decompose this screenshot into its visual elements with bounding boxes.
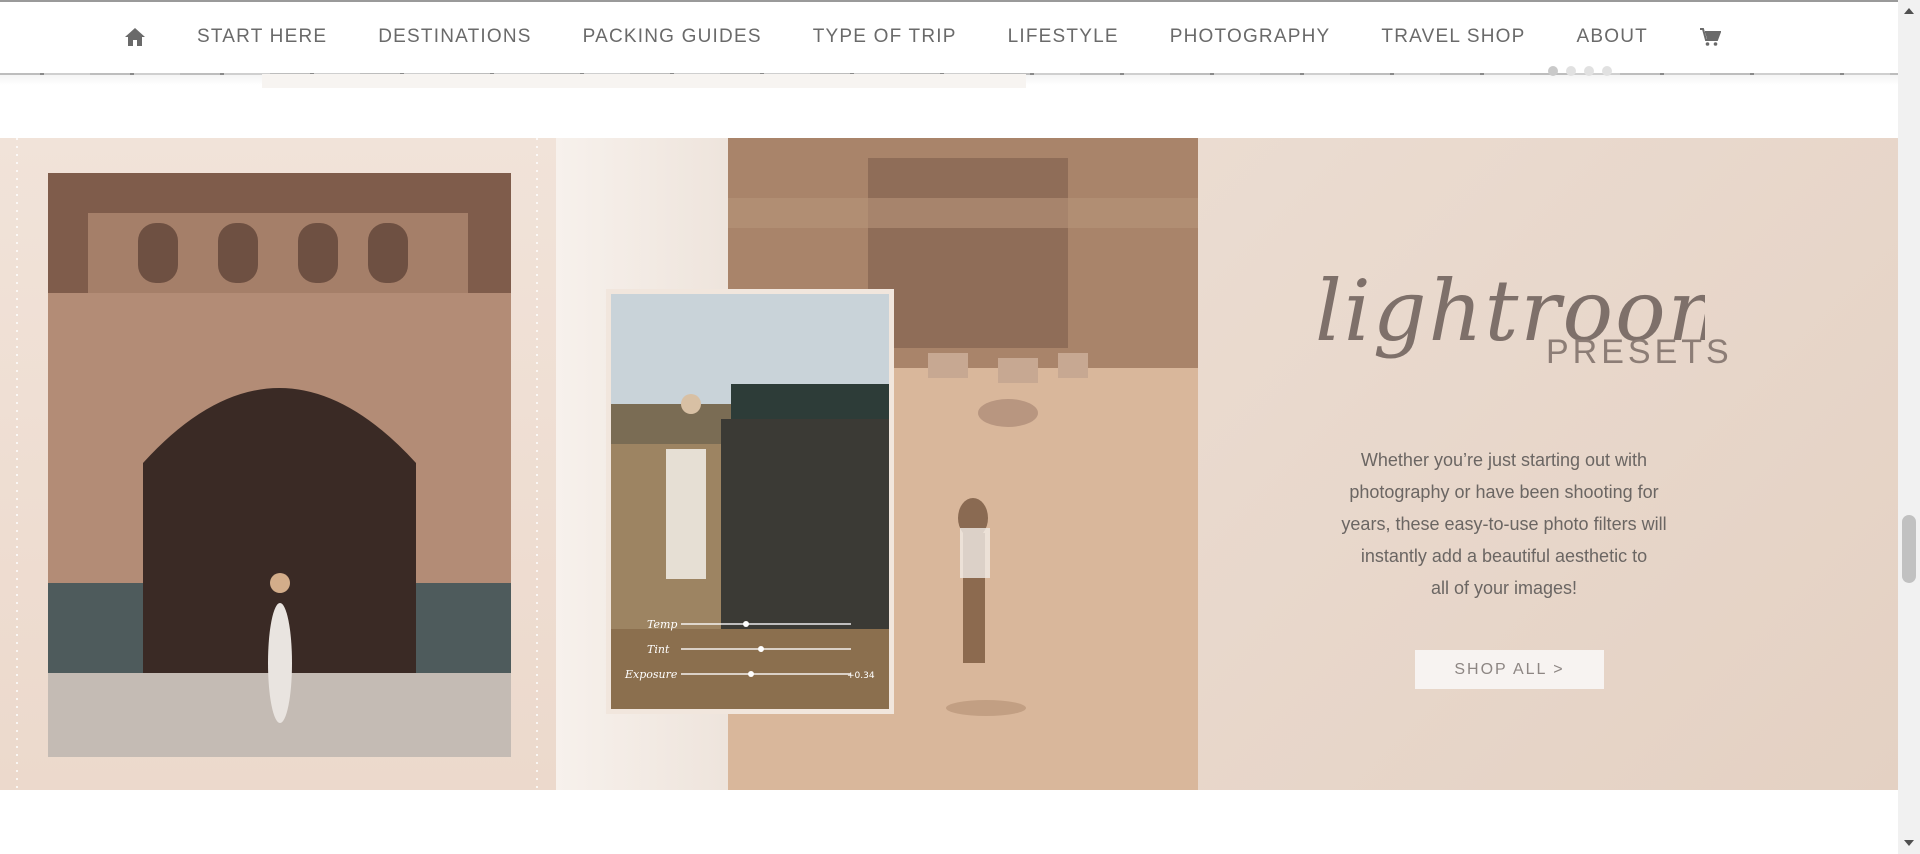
lightroom-script-title: lightroom (1315, 262, 1705, 360)
alhambra-photo (48, 173, 511, 757)
slider-label-exposure: Exposure (624, 668, 678, 681)
carousel-dot[interactable] (1566, 66, 1576, 76)
description-line: years, these easy-to-use photo filters w… (1341, 514, 1667, 534)
cart-icon[interactable] (1699, 27, 1722, 47)
page-scrollbar[interactable] (1898, 0, 1920, 854)
description-line: Whether you’re just starting out with (1360, 450, 1648, 470)
carousel-dots (1548, 66, 1612, 76)
carousel-dot[interactable] (1584, 66, 1594, 76)
slider-label-temp: Temp (647, 618, 677, 631)
scroll-up-arrow-icon[interactable] (1904, 8, 1914, 14)
description-line: instantly add a beautiful aesthetic to (1360, 546, 1648, 566)
nav-item-packing-guides[interactable]: PACKING GUIDES (583, 26, 762, 48)
slider-preview (262, 74, 1026, 88)
nav-menu: START HERE DESTINATIONS PACKING GUIDES T… (124, 26, 1722, 48)
ornament-border-right (536, 138, 538, 790)
home-icon[interactable] (124, 27, 146, 47)
nav-item-destinations[interactable]: DESTINATIONS (378, 26, 531, 48)
scroll-down-arrow-icon[interactable] (1904, 840, 1914, 846)
top-navigation: START HERE DESTINATIONS PACKING GUIDES T… (0, 0, 1898, 75)
slider-value: +0.34 (847, 671, 875, 681)
description-line: all of your images! (1430, 578, 1578, 598)
ornament-border-left (16, 138, 18, 790)
carousel-dot[interactable] (1548, 66, 1558, 76)
slider-label-tint: Tint (647, 643, 670, 656)
nav-item-about[interactable]: ABOUT (1577, 26, 1648, 48)
nav-item-type-of-trip[interactable]: TYPE OF TRIP (813, 26, 957, 48)
description-line: photography or have been shooting for (1349, 482, 1659, 502)
nav-item-photography[interactable]: PHOTOGRAPHY (1170, 26, 1331, 48)
nav-item-start-here[interactable]: START HERE (197, 26, 327, 48)
nav-item-lifestyle[interactable]: LIFESTYLE (1008, 26, 1119, 48)
scroll-thumb[interactable] (1902, 515, 1916, 583)
shop-all-button[interactable]: SHOP ALL > (1415, 650, 1604, 689)
carousel-dot[interactable] (1602, 66, 1612, 76)
nav-item-travel-shop[interactable]: TRAVEL SHOP (1381, 26, 1525, 48)
presets-subtitle: PRESETS (1546, 333, 1733, 371)
safari-photo: Temp Tint Exposure +0.34 (611, 294, 889, 709)
presets-description: Whether you’re just starting out with ph… (1310, 444, 1698, 604)
